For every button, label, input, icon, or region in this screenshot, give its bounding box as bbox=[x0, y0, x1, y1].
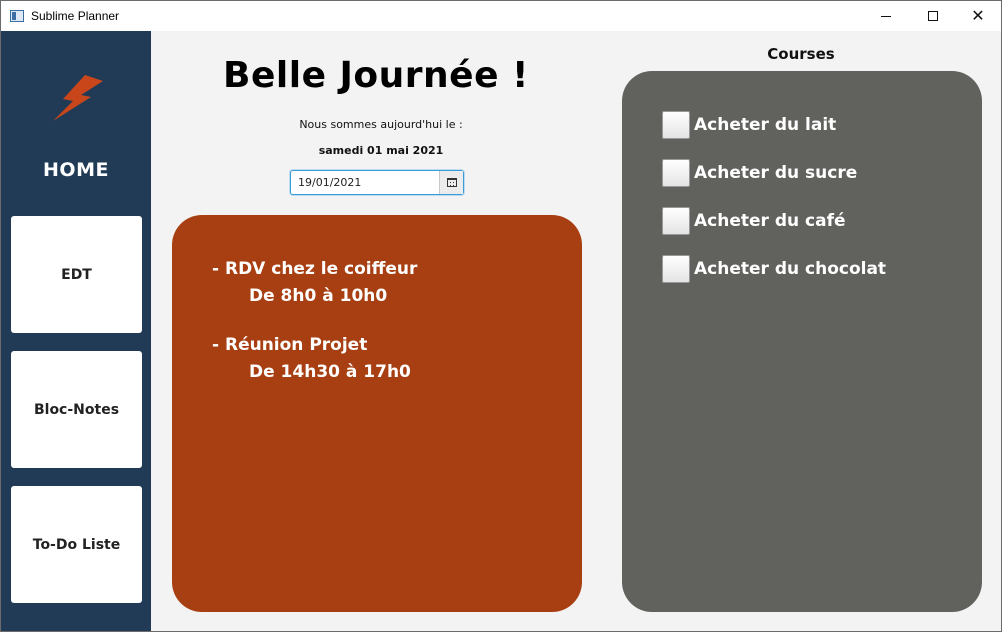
course-checkbox[interactable] bbox=[662, 111, 690, 139]
courses-panel: Acheter du lait Acheter du sucre Acheter… bbox=[622, 71, 982, 612]
lightning-bolt-icon bbox=[53, 75, 103, 121]
course-item: Acheter du chocolat bbox=[662, 255, 886, 283]
event-title: - RDV chez le coiffeur bbox=[212, 259, 418, 279]
close-icon: ✕ bbox=[971, 6, 985, 25]
course-checkbox[interactable] bbox=[662, 159, 690, 187]
title-bar: Sublime Planner ✕ bbox=[1, 1, 1001, 31]
course-item: Acheter du café bbox=[662, 207, 846, 235]
event-title: - Réunion Projet bbox=[212, 335, 368, 355]
event-time: De 14h30 à 17h0 bbox=[249, 362, 411, 382]
calendar-button[interactable] bbox=[439, 171, 463, 194]
course-checkbox[interactable] bbox=[662, 207, 690, 235]
window-title: Sublime Planner bbox=[31, 9, 120, 23]
minimize-icon bbox=[881, 15, 891, 17]
course-item: Acheter du sucre bbox=[662, 159, 857, 187]
courses-title: Courses bbox=[767, 45, 835, 63]
sidebar: HOME EDT Bloc-Notes To-Do Liste bbox=[1, 31, 151, 631]
nav-button-todo-liste[interactable]: To-Do Liste bbox=[11, 486, 142, 603]
app-window: Sublime Planner ✕ HOME EDT Bloc-Notes To… bbox=[0, 0, 1002, 632]
maximize-button[interactable] bbox=[910, 1, 956, 31]
course-label[interactable]: Acheter du café bbox=[694, 211, 846, 231]
event-time: De 8h0 à 10h0 bbox=[249, 286, 388, 306]
close-button[interactable]: ✕ bbox=[955, 1, 1001, 31]
nav-button-edt[interactable]: EDT bbox=[11, 216, 142, 333]
course-item: Acheter du lait bbox=[662, 111, 836, 139]
course-label[interactable]: Acheter du lait bbox=[694, 115, 836, 135]
today-label: Nous sommes aujourd'hui le : bbox=[299, 118, 463, 131]
events-panel: - RDV chez le coiffeur De 8h0 à 10h0 - R… bbox=[172, 215, 582, 612]
home-label[interactable]: HOME bbox=[1, 159, 151, 181]
course-label[interactable]: Acheter du sucre bbox=[694, 163, 857, 183]
event-item: - Réunion Projet De 14h30 à 17h0 bbox=[212, 335, 411, 382]
event-item: - RDV chez le coiffeur De 8h0 à 10h0 bbox=[212, 259, 417, 306]
calendar-icon bbox=[446, 178, 457, 187]
date-picker bbox=[290, 170, 464, 195]
date-input[interactable] bbox=[291, 171, 439, 194]
course-label[interactable]: Acheter du chocolat bbox=[694, 259, 886, 279]
app-icon bbox=[10, 10, 24, 22]
minimize-button[interactable] bbox=[863, 1, 909, 31]
maximize-icon bbox=[928, 11, 938, 21]
nav-button-bloc-notes[interactable]: Bloc-Notes bbox=[11, 351, 142, 468]
greeting-heading: Belle Journée ! bbox=[223, 55, 529, 96]
today-date: samedi 01 mai 2021 bbox=[318, 144, 444, 157]
course-checkbox[interactable] bbox=[662, 255, 690, 283]
